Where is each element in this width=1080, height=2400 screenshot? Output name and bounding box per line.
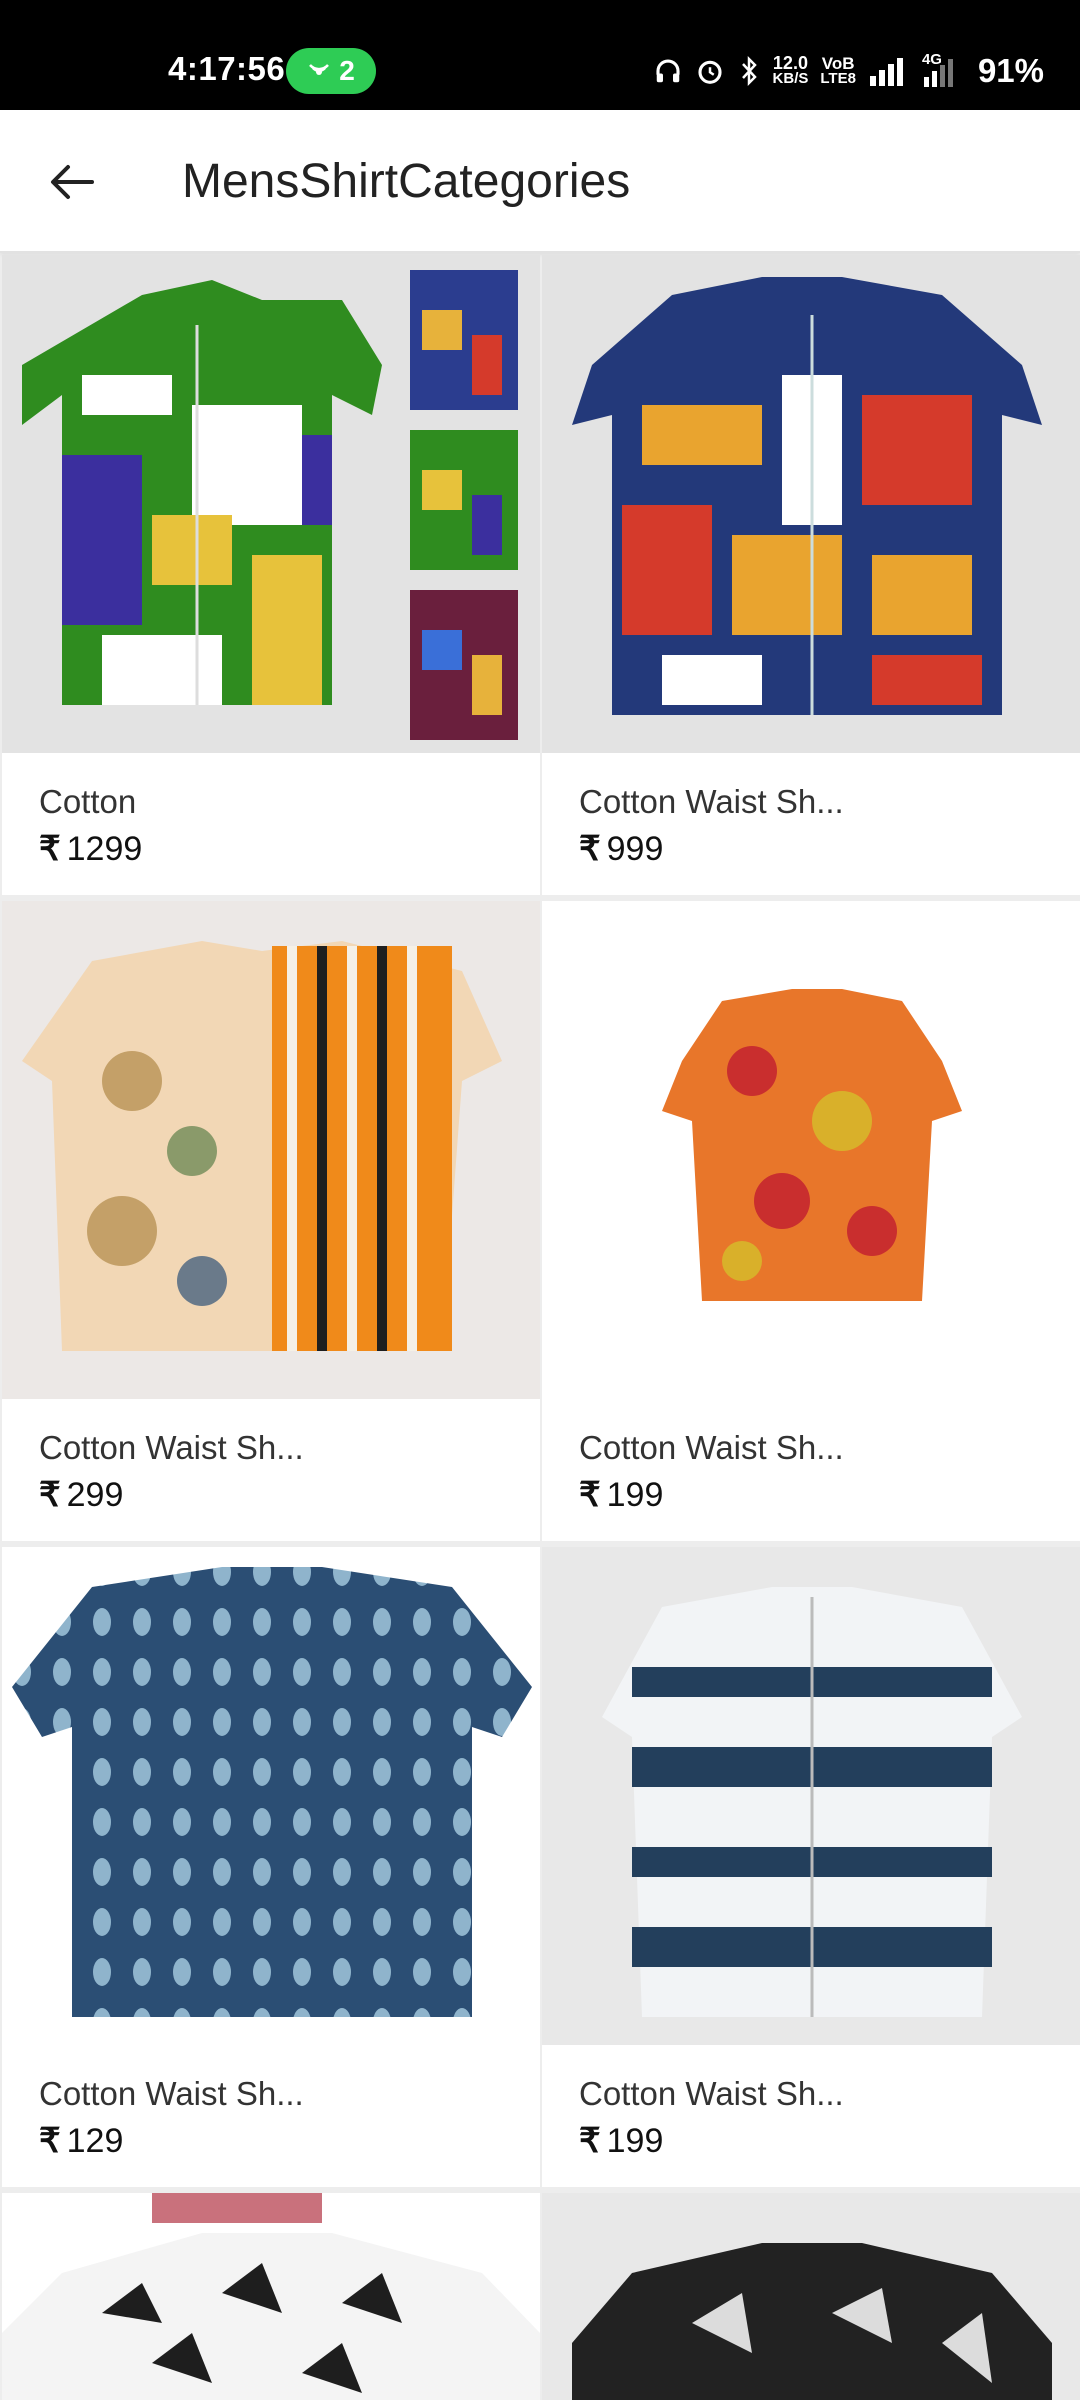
product-card[interactable] bbox=[542, 2193, 1080, 2400]
product-card[interactable]: Cotton ₹1299 bbox=[2, 255, 540, 895]
product-price-value: 199 bbox=[606, 2122, 664, 2160]
product-name: Cotton Waist Sh... bbox=[39, 2075, 304, 2112]
product-image bbox=[2, 2193, 540, 2400]
product-card[interactable]: Cotton Waist Sh... ₹129 bbox=[2, 1547, 540, 2187]
rupee-icon: ₹ bbox=[579, 2122, 601, 2160]
product-image bbox=[2, 255, 540, 753]
signal-4g-indicator: 4G bbox=[920, 51, 960, 87]
product-price-value: 199 bbox=[606, 1476, 664, 1514]
volte-top: VoB bbox=[821, 54, 855, 73]
rupee-icon: ₹ bbox=[579, 1476, 601, 1514]
rupee-icon: ₹ bbox=[39, 1476, 61, 1514]
network-speed-unit: KB/S bbox=[772, 70, 809, 87]
product-name: Cotton Waist Sh... bbox=[579, 1429, 844, 1466]
signal-weak-icon bbox=[923, 59, 953, 87]
product-name: Cotton bbox=[39, 783, 137, 820]
volte-bottom: LTE8 bbox=[820, 70, 856, 87]
product-name: Cotton Waist Sh... bbox=[579, 2075, 844, 2112]
product-image bbox=[542, 1547, 1080, 2045]
product-price: ₹199 bbox=[579, 1475, 663, 1515]
product-price: ₹199 bbox=[579, 2121, 663, 2161]
arrow-back-icon bbox=[51, 165, 94, 199]
product-image bbox=[2, 1547, 540, 2045]
network-speed: 12.0 KB/S bbox=[772, 53, 809, 87]
product-price: ₹129 bbox=[39, 2121, 123, 2161]
hotspot-count: 2 bbox=[339, 55, 355, 86]
product-price-value: 1299 bbox=[66, 830, 143, 868]
hotspot-indicator: 2 bbox=[286, 48, 376, 94]
product-image bbox=[542, 901, 1080, 1399]
network-speed-value: 12.0 bbox=[772, 53, 808, 73]
product-image bbox=[542, 2193, 1080, 2400]
product-image bbox=[542, 255, 1080, 753]
product-card[interactable]: Cotton Waist Sh... ₹999 bbox=[542, 255, 1080, 895]
product-price: ₹999 bbox=[579, 829, 663, 869]
product-card[interactable] bbox=[2, 2193, 540, 2400]
product-price-value: 129 bbox=[66, 2122, 124, 2160]
status-time: 4:17:56 bbox=[168, 50, 286, 87]
product-price: ₹299 bbox=[39, 1475, 123, 1515]
product-name: Cotton Waist Sh... bbox=[579, 783, 844, 820]
product-card[interactable]: Cotton Waist Sh... ₹299 bbox=[2, 901, 540, 1541]
status-bar: 4:17:56 2 12.0 KB/S VoB LTE8 4G 91% bbox=[0, 0, 1080, 110]
product-image bbox=[2, 901, 540, 1399]
alarm-icon bbox=[697, 60, 722, 84]
app-bar: MensShirtCategories bbox=[0, 110, 1080, 253]
signal-icon bbox=[869, 58, 903, 86]
headphones-icon bbox=[655, 59, 680, 83]
bluetooth-icon bbox=[741, 55, 757, 87]
battery-level: 91% bbox=[977, 52, 1044, 89]
page-title: MensShirtCategories bbox=[182, 155, 631, 208]
hotspot-icon bbox=[309, 64, 330, 75]
status-icons: 12.0 KB/S VoB LTE8 4G 91% bbox=[653, 48, 1044, 94]
rupee-icon: ₹ bbox=[39, 830, 61, 868]
rupee-icon: ₹ bbox=[39, 2122, 61, 2160]
product-price: ₹1299 bbox=[39, 829, 142, 869]
product-price-value: 999 bbox=[606, 830, 664, 868]
product-card[interactable]: Cotton Waist Sh... ₹199 bbox=[542, 901, 1080, 1541]
back-button[interactable] bbox=[30, 146, 112, 218]
product-name: Cotton Waist Sh... bbox=[39, 1429, 304, 1466]
volte-indicator: VoB LTE8 bbox=[820, 54, 856, 87]
product-card[interactable]: Cotton Waist Sh... ₹199 bbox=[542, 1547, 1080, 2187]
rupee-icon: ₹ bbox=[579, 830, 601, 868]
product-price-value: 299 bbox=[66, 1476, 124, 1514]
